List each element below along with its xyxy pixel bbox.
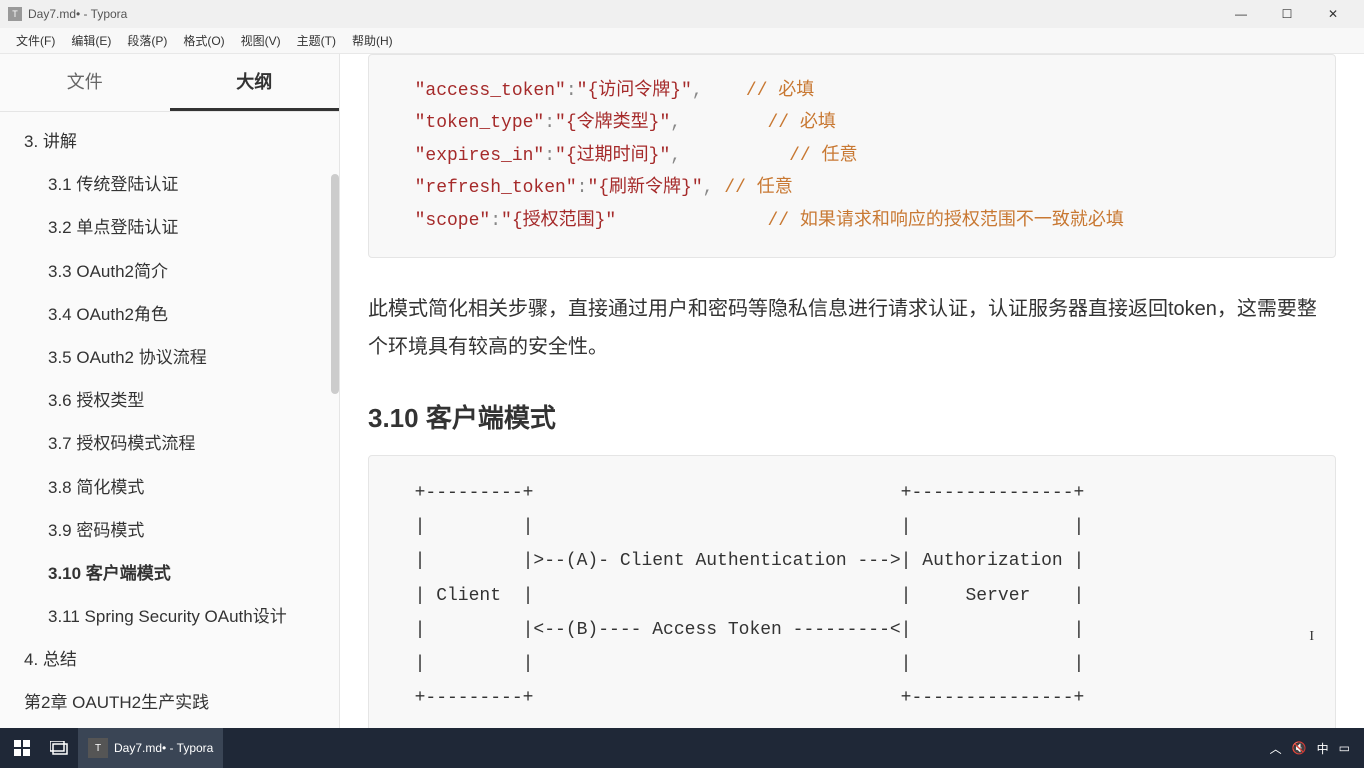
paragraph-text: 此模式简化相关步骤，直接通过用户和密码等隐私信息进行请求认证，认证服务器直接返回…: [368, 290, 1336, 366]
outline-item[interactable]: 3.3 OAuth2简介: [0, 250, 339, 293]
sidebar-scrollbar[interactable]: [331, 174, 339, 394]
menu-bar: 文件(F) 编辑(E) 段落(P) 格式(O) 视图(V) 主题(T) 帮助(H…: [0, 28, 1364, 54]
code-line: "refresh_token":"{刷新令牌}", // 任意: [393, 172, 1311, 204]
outline-item[interactable]: 3.8 简化模式: [0, 466, 339, 509]
sidebar-tabs: 文件 大纲: [0, 54, 339, 112]
menu-format[interactable]: 格式(O): [175, 28, 232, 53]
tray-volume-icon[interactable]: 🔇: [1292, 741, 1307, 755]
minimize-button[interactable]: —: [1218, 0, 1264, 28]
outline-item[interactable]: 3. 讲解: [0, 120, 339, 163]
typora-icon: T: [88, 738, 108, 758]
tray-ime-icon[interactable]: 中: [1317, 740, 1329, 757]
outline-item[interactable]: 3.1 传统登陆认证: [0, 163, 339, 206]
app-icon: T: [8, 7, 22, 21]
outline-item[interactable]: 3.6 授权类型: [0, 379, 339, 422]
tray-chevron-icon[interactable]: ︿: [1270, 740, 1282, 757]
menu-edit[interactable]: 编辑(E): [63, 28, 119, 53]
editor-content[interactable]: "access_token":"{访问令牌}", // 必填 "token_ty…: [340, 54, 1364, 728]
main-area: 文件 大纲 3. 讲解3.1 传统登陆认证3.2 单点登陆认证3.3 OAuth…: [0, 54, 1364, 728]
windows-icon: [14, 740, 30, 756]
close-button[interactable]: ✕: [1310, 0, 1356, 28]
windows-taskbar: T Day7.md• - Typora ︿ 🔇 中 ▭: [0, 728, 1364, 768]
menu-help[interactable]: 帮助(H): [344, 28, 401, 53]
outline-item[interactable]: 4. 总结: [0, 638, 339, 681]
maximize-button[interactable]: ☐: [1264, 0, 1310, 28]
taskbar-app-typora[interactable]: T Day7.md• - Typora: [78, 728, 223, 768]
outline-item[interactable]: 3.4 OAuth2角色: [0, 293, 339, 336]
code-block: "access_token":"{访问令牌}", // 必填 "token_ty…: [368, 54, 1336, 258]
tab-files[interactable]: 文件: [0, 54, 170, 111]
tab-outline[interactable]: 大纲: [170, 54, 340, 111]
taskbar-app-label: Day7.md• - Typora: [114, 741, 213, 755]
window-title: Day7.md• - Typora: [28, 7, 1218, 21]
code-line: "access_token":"{访问令牌}", // 必填: [393, 75, 1311, 107]
section-heading: 3.10 客户端模式: [368, 398, 1336, 435]
outline-item[interactable]: 3.7 授权码模式流程: [0, 422, 339, 465]
menu-paragraph[interactable]: 段落(P): [119, 28, 175, 53]
outline-item[interactable]: 3.2 单点登陆认证: [0, 206, 339, 249]
code-line: "token_type":"{令牌类型}", // 必填: [393, 107, 1311, 139]
outline-item[interactable]: 3.11 Spring Security OAuth设计: [0, 595, 339, 638]
outline-list[interactable]: 3. 讲解3.1 传统登陆认证3.2 单点登陆认证3.3 OAuth2简介3.4…: [0, 112, 339, 728]
code-line: "expires_in":"{过期时间}", // 任意: [393, 140, 1311, 172]
task-view-icon: [50, 741, 68, 755]
menu-file[interactable]: 文件(F): [8, 28, 63, 53]
outline-item[interactable]: 3.9 密码模式: [0, 509, 339, 552]
window-controls: — ☐ ✕: [1218, 0, 1356, 28]
menu-view[interactable]: 视图(V): [233, 28, 289, 53]
outline-item[interactable]: 第2章 OAUTH2生产实践: [0, 681, 339, 724]
system-tray: ︿ 🔇 中 ▭: [1260, 740, 1360, 757]
code-line: "scope":"{授权范围}" // 如果请求和响应的授权范围不一致就必填: [393, 205, 1311, 237]
task-view-button[interactable]: [40, 728, 78, 768]
window-title-bar: T Day7.md• - Typora — ☐ ✕: [0, 0, 1364, 28]
tray-notifications-icon[interactable]: ▭: [1339, 741, 1350, 755]
outline-item[interactable]: 3.10 客户端模式: [0, 552, 339, 595]
menu-theme[interactable]: 主题(T): [289, 28, 344, 53]
ascii-diagram: +---------+ +---------------+ | | | | | …: [368, 455, 1336, 728]
text-cursor-icon: I: [1309, 629, 1314, 645]
sidebar: 文件 大纲 3. 讲解3.1 传统登陆认证3.2 单点登陆认证3.3 OAuth…: [0, 54, 340, 728]
start-button[interactable]: [4, 728, 40, 768]
outline-item[interactable]: 3.5 OAuth2 协议流程: [0, 336, 339, 379]
